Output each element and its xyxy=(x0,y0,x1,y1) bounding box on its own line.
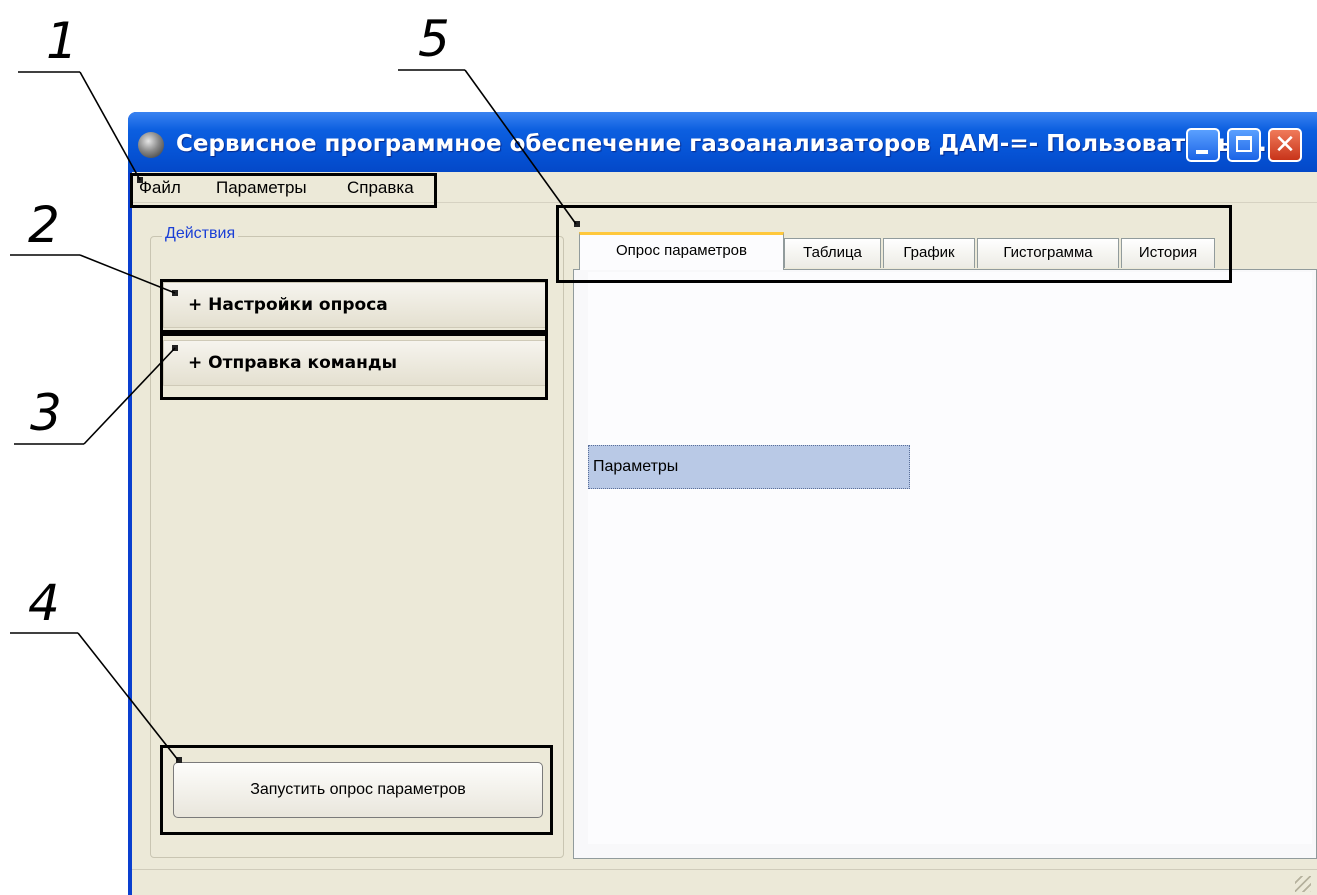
callout-number-4: 4 xyxy=(28,574,60,632)
callout-number-2: 2 xyxy=(28,196,60,254)
tab-poll-parameters[interactable]: Опрос параметров xyxy=(579,232,784,270)
callout-number-3: 3 xyxy=(30,384,62,442)
callout-leader-lines xyxy=(10,69,577,761)
callout-number-1: 1 xyxy=(46,12,78,70)
callout-number-5: 5 xyxy=(418,10,450,68)
